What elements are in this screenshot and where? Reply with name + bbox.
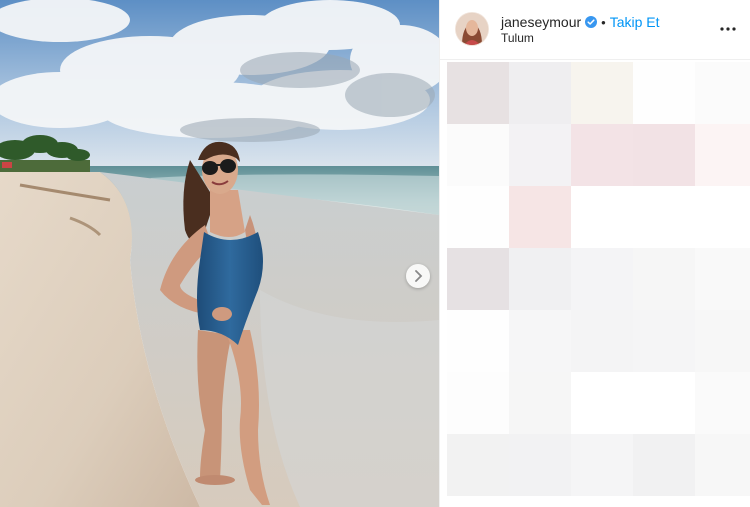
pixel-tile: [447, 372, 509, 434]
pixel-tile: [571, 124, 633, 186]
pixel-tile: [509, 186, 571, 248]
pixel-tile: [695, 434, 750, 496]
follow-button[interactable]: Takip Et: [610, 14, 660, 30]
verified-badge-icon: [585, 16, 598, 28]
chevron-right-icon: [415, 270, 423, 282]
next-photo-button[interactable]: [406, 264, 430, 288]
beach-photo-image: [0, 0, 439, 507]
pixel-tile: [447, 124, 509, 186]
user-line: janeseymour • Takip Et: [501, 13, 660, 31]
pixel-tile: [571, 434, 633, 496]
pixel-tile: [633, 372, 695, 434]
pixel-tile: [447, 310, 509, 372]
pixel-tile: [633, 186, 695, 248]
pixel-tile: [447, 62, 509, 124]
pixel-tile: [633, 310, 695, 372]
pixel-tile: [447, 186, 509, 248]
pixel-tile: [695, 248, 750, 310]
pixel-tile: [633, 62, 695, 124]
avatar[interactable]: [456, 13, 488, 45]
more-horizontal-icon: [720, 27, 736, 31]
pixelated-comments-area: [447, 62, 750, 496]
location-link[interactable]: Tulum: [501, 31, 534, 45]
pixel-tile: [695, 310, 750, 372]
pixel-tile: [571, 310, 633, 372]
post-sidebar: janeseymour • Takip Et Tulum: [439, 0, 750, 507]
pixel-tile: [447, 434, 509, 496]
post-header: janeseymour • Takip Et Tulum: [440, 0, 750, 60]
avatar-image: [456, 13, 488, 45]
pixel-tile: [571, 186, 633, 248]
pixel-tile: [571, 248, 633, 310]
pixel-tile: [695, 186, 750, 248]
pixel-tile: [695, 62, 750, 124]
username-link[interactable]: janeseymour: [501, 14, 581, 30]
pixel-tile: [571, 62, 633, 124]
pixel-tile: [633, 434, 695, 496]
pixel-tile: [695, 124, 750, 186]
pixel-tile: [509, 310, 571, 372]
pixel-tile: [509, 248, 571, 310]
pixel-tile: [509, 434, 571, 496]
pixel-tile: [571, 372, 633, 434]
pixel-tile: [509, 62, 571, 124]
pixel-tile: [509, 372, 571, 434]
pixel-tile: [447, 248, 509, 310]
more-options-button[interactable]: [719, 21, 737, 37]
pixel-tile: [695, 372, 750, 434]
post-photo[interactable]: [0, 0, 439, 507]
separator-dot: •: [601, 14, 606, 30]
pixel-tile: [633, 124, 695, 186]
pixel-tile: [633, 248, 695, 310]
pixel-tile: [509, 124, 571, 186]
